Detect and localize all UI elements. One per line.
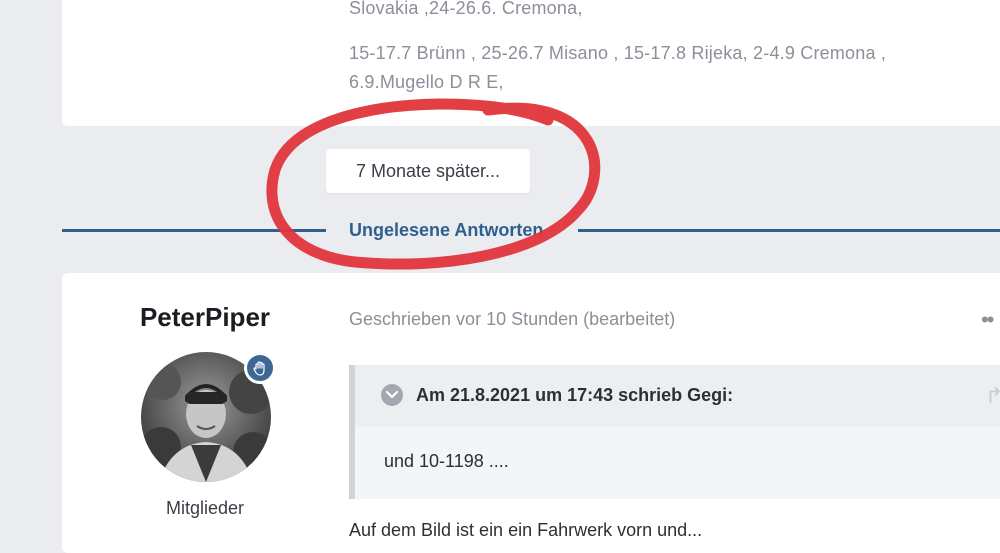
post-timestamp[interactable]: Geschrieben vor 10 Stunden (bearbeitet) [349, 309, 675, 330]
previous-post-line: 15-17.7 Brünn , 25-26.7 Misano , 15-17.8… [349, 43, 887, 63]
author-name[interactable]: PeterPiper [62, 302, 348, 333]
more-dots-icon[interactable]: •• [981, 307, 994, 333]
time-gap-indicator[interactable]: 7 Monate später... [326, 149, 530, 193]
time-gap-label: 7 Monate später... [355, 160, 501, 181]
unread-answers-label[interactable]: Ungelesene Antworten [349, 220, 543, 241]
quote-citation: Am 21.8.2021 um 17:43 schrieb Gegi: [416, 385, 734, 405]
share-arrow-icon[interactable]: ↱ [985, 383, 1000, 409]
previous-post-line: Slovakia ,24-26.6. Cremona, [349, 0, 583, 18]
author-group: Mitglieder [165, 498, 245, 518]
separator-line-left [62, 229, 326, 232]
separator-line-right [578, 229, 1000, 232]
chevron-down-icon[interactable] [381, 384, 403, 406]
previous-post-line: 6.9.Mugello D R E, [349, 72, 504, 92]
quote-header: Am 21.8.2021 um 17:43 schrieb Gegi: ↱ [355, 365, 1000, 427]
raised-hand-icon [244, 352, 276, 384]
quote-block: Am 21.8.2021 um 17:43 schrieb Gegi: ↱ un… [349, 365, 1000, 499]
quote-text: und 10-1198 .... [384, 451, 509, 471]
